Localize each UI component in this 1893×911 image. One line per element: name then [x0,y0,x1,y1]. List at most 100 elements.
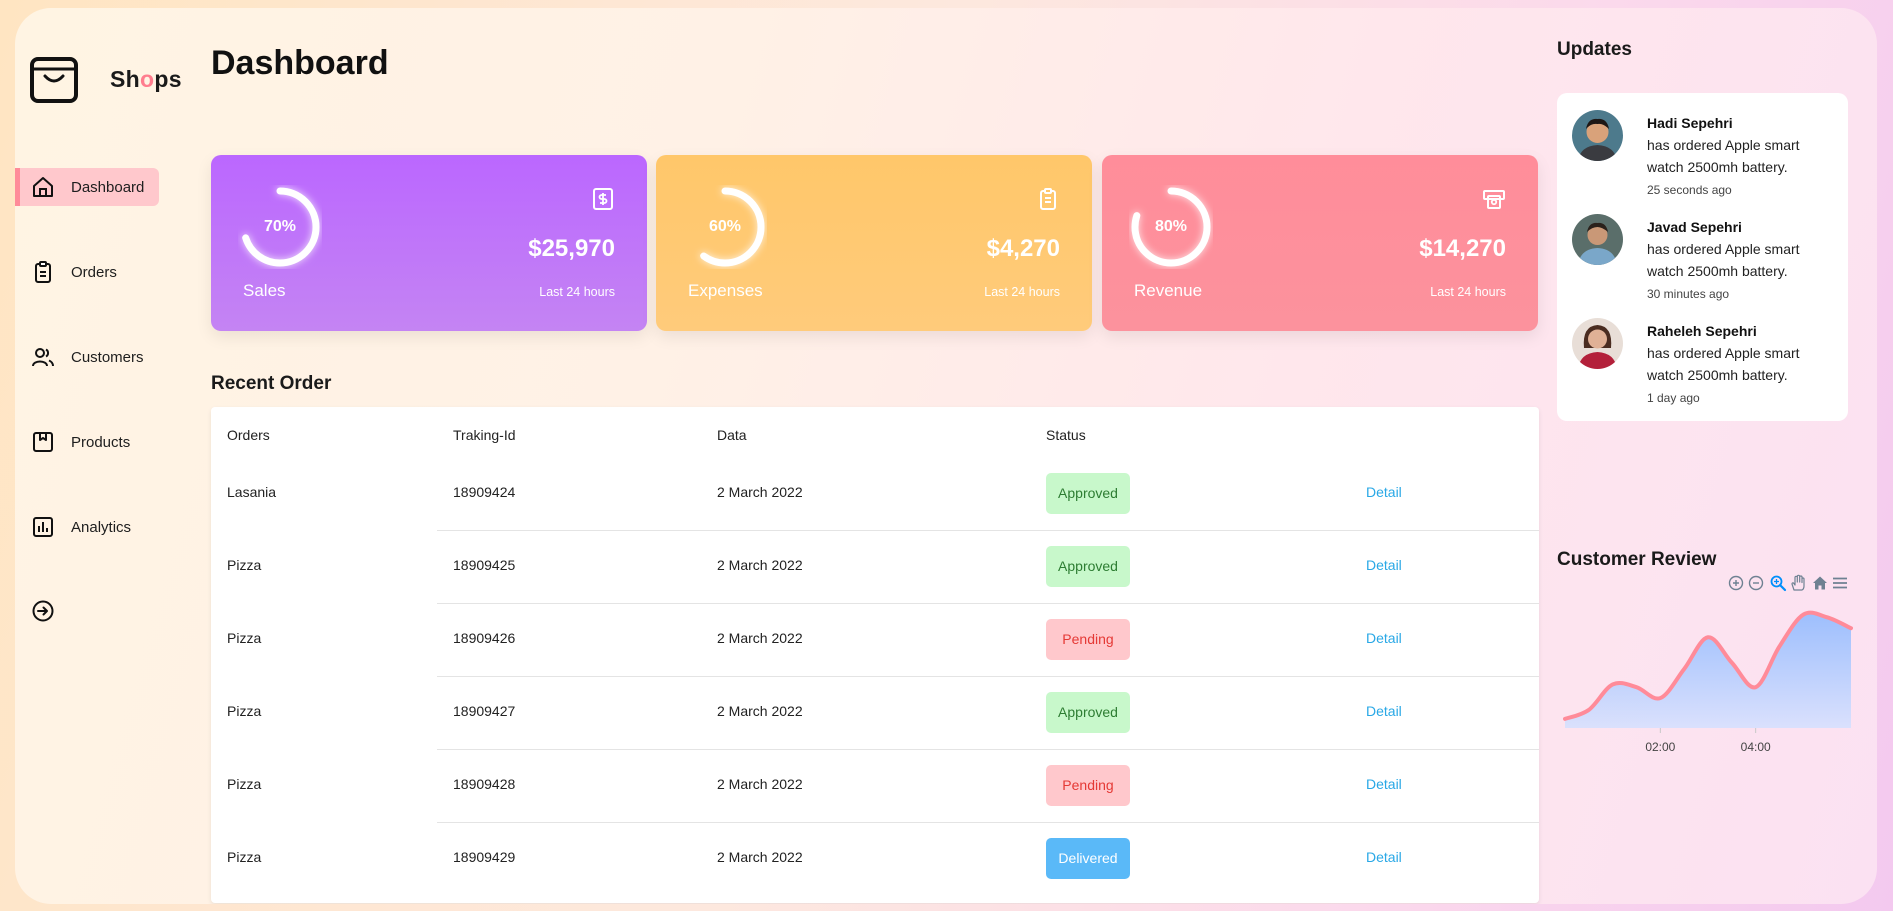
column-header-date: Data [717,427,747,443]
detail-link[interactable]: Detail [1366,630,1402,646]
customer-review-title: Customer Review [1557,549,1717,570]
sales-percent: 70% [263,218,297,235]
sidebar-item-customers[interactable]: Customers [15,338,160,376]
sidebar-item-label: Orders [71,264,117,281]
update-name: Hadi Sepehri [1647,115,1733,131]
order-date: 2 March 2022 [717,557,803,573]
recent-order-table: Orders Traking-Id Data Status Lasania 18… [211,407,1539,903]
order-date: 2 March 2022 [717,484,803,500]
zoom-out-icon[interactable] [1747,574,1765,592]
area-fill [1565,612,1851,728]
status-badge: Pending [1046,765,1130,806]
updates-title: Updates [1557,39,1632,60]
order-name: Pizza [227,849,262,865]
tracking-id: 18909426 [453,630,516,646]
tracking-id: 18909429 [453,849,516,865]
customer-review-chart[interactable]: 02:00 04:00 [1563,593,1853,768]
order-name: Lasania [227,484,277,500]
avatar [1572,214,1623,265]
update-name: Raheleh Sepehri [1647,323,1757,339]
update-item: Javad Sepehri has ordered Apple smart wa… [1572,214,1837,314]
pan-icon[interactable] [1789,574,1807,592]
update-item: Hadi Sepehri has ordered Apple smart wat… [1572,110,1837,210]
detail-link[interactable]: Detail [1366,849,1402,865]
sidebar-item-label: Products [71,434,131,451]
detail-link[interactable]: Detail [1366,776,1402,792]
selection-zoom-icon[interactable] [1769,574,1787,592]
update-time: 25 seconds ago [1647,183,1732,197]
sales-card[interactable]: 70% Sales $25,970 Last 24 hours [211,155,647,331]
status-badge: Approved [1046,546,1130,587]
sidebar-item-dashboard[interactable]: Dashboard [15,168,159,206]
users-icon [32,348,54,367]
update-message: has ordered Apple smart watch 2500mh bat… [1647,241,1800,279]
x-tick-label: 02:00 [1645,740,1675,754]
updates-card: Hadi Sepehri has ordered Apple smart wat… [1557,93,1848,421]
card-period: Last 24 hours [539,285,615,299]
package-icon [33,432,53,452]
table-row: Pizza 18909427 2 March 2022 Approved Det… [211,677,1539,750]
update-name: Javad Sepehri [1647,219,1742,235]
expenses-card[interactable]: 60% Expenses $4,270 Last 24 hours [656,155,1092,331]
order-date: 2 March 2022 [717,630,803,646]
sidebar-item-label: Dashboard [71,179,145,196]
order-name: Pizza [227,703,262,719]
brand-name: Shops [110,66,182,92]
order-name: Pizza [227,557,262,573]
card-amount: $25,970 [528,235,615,262]
update-time: 1 day ago [1647,391,1700,405]
menu-icon[interactable] [1831,574,1849,592]
revenue-card[interactable]: 80% Revenue $14,270 Last 24 hours [1102,155,1538,331]
sidebar-item-orders[interactable]: Orders [15,253,160,291]
avatar [1572,110,1623,161]
update-message: has ordered Apple smart watch 2500mh bat… [1647,137,1800,175]
table-row: Lasania 18909424 2 March 2022 Approved D… [211,458,1539,531]
detail-link[interactable]: Detail [1366,557,1402,573]
clipboard-icon [1040,188,1056,210]
revenue-percent: 80% [1154,218,1188,235]
table-row: Pizza 18909429 2 March 2022 Delivered De… [211,823,1539,896]
table-row: Pizza 18909426 2 March 2022 Pending Deta… [211,604,1539,677]
order-name: Pizza [227,630,262,646]
money-icon [1483,190,1505,209]
sidebar-item-label: Analytics [71,519,132,536]
status-badge: Approved [1046,692,1130,733]
x-tick-label: 04:00 [1741,740,1771,754]
status-badge: Pending [1046,619,1130,660]
recent-order-title: Recent Order [211,373,332,394]
card-period: Last 24 hours [984,285,1060,299]
dollar-icon [593,188,613,210]
table-row: Pizza 18909428 2 March 2022 Pending Deta… [211,750,1539,823]
status-badge: Approved [1046,473,1130,514]
bar-chart-icon [33,517,53,537]
app-shell: Shops Dashboard Orders Customers Product… [15,8,1877,904]
sidebar-item-products[interactable]: Products [15,423,160,461]
column-header-status: Status [1046,427,1086,443]
order-date: 2 March 2022 [717,703,803,719]
table-row: Pizza 18909425 2 March 2022 Approved Det… [211,531,1539,604]
card-name: Expenses [688,281,763,300]
tracking-id: 18909427 [453,703,516,719]
tracking-id: 18909428 [453,776,516,792]
sign-out-icon[interactable] [31,599,55,623]
detail-link[interactable]: Detail [1366,484,1402,500]
order-date: 2 March 2022 [717,849,803,865]
zoom-in-icon[interactable] [1727,574,1745,592]
status-badge: Delivered [1046,838,1130,879]
clipboard-icon [35,261,51,283]
column-header-orders: Orders [227,427,270,443]
card-name: Revenue [1134,281,1203,300]
expenses-percent: 60% [708,218,742,235]
home-icon [33,177,53,197]
detail-link[interactable]: Detail [1366,703,1402,719]
card-amount: $14,270 [1419,235,1506,262]
page-title: Dashboard [211,44,389,82]
order-name: Pizza [227,776,262,792]
column-header-tracking-id: Traking-Id [453,427,516,443]
card-amount: $4,270 [986,235,1060,262]
sidebar-item-label: Customers [71,349,144,366]
update-message: has ordered Apple smart watch 2500mh bat… [1647,345,1800,383]
reset-home-icon[interactable] [1811,574,1829,592]
update-item: Raheleh Sepehri has ordered Apple smart … [1572,318,1837,418]
sidebar-item-analytics[interactable]: Analytics [15,508,160,546]
